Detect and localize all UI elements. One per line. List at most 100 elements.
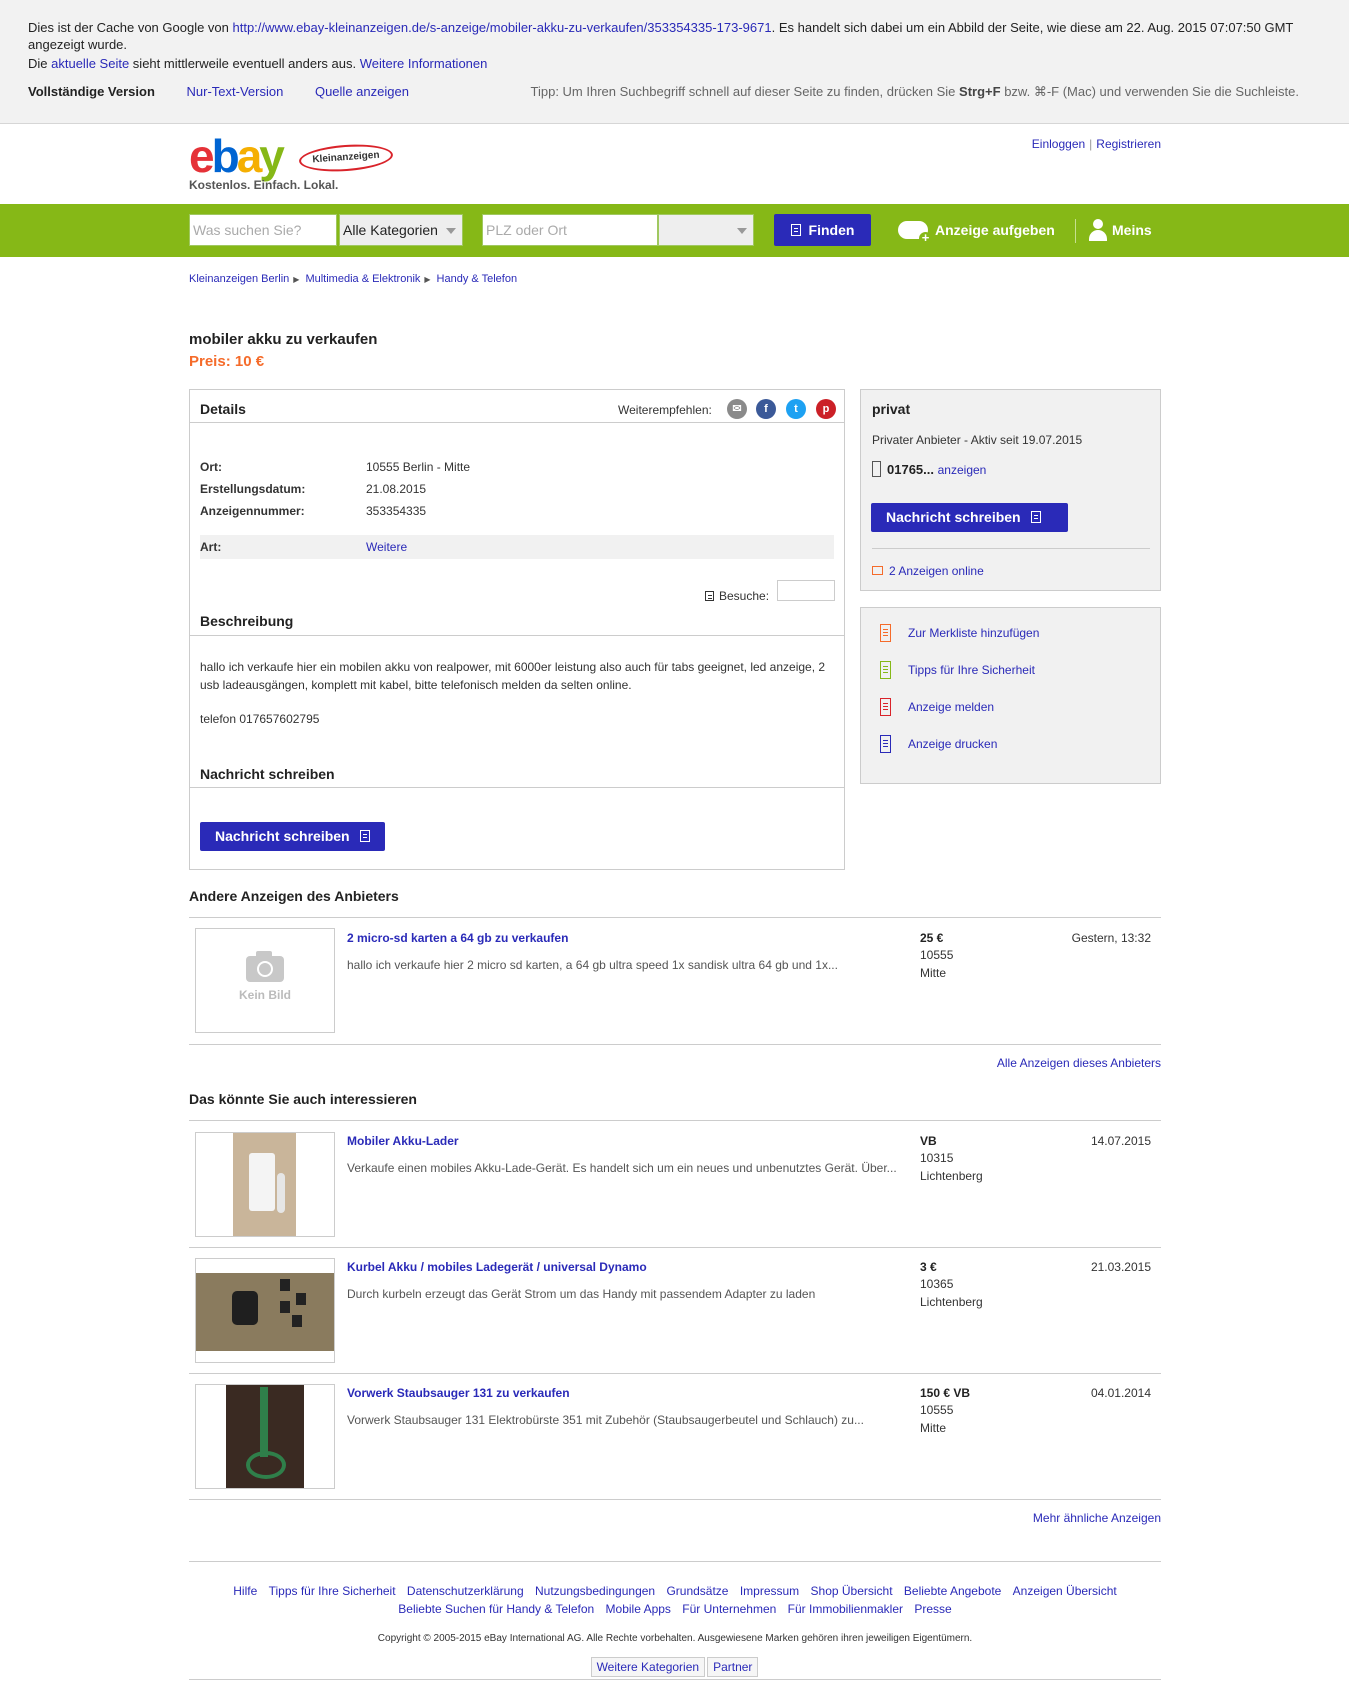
field-value: 21.08.2015: [366, 482, 427, 496]
tip-keys: Strg+F: [959, 84, 1001, 99]
list-icon: [872, 566, 883, 575]
cable-shape: [277, 1173, 285, 1213]
add-to-watchlist-link[interactable]: Zur Merkliste hinzufügen: [880, 624, 1039, 642]
ad-date: 14.07.2015: [1090, 1134, 1151, 1148]
search-input[interactable]: Was suchen Sie?: [189, 214, 337, 246]
art-link[interactable]: Weitere: [366, 540, 407, 554]
facebook-share-icon[interactable]: f: [756, 399, 776, 419]
email-share-icon[interactable]: ✉: [727, 399, 747, 419]
seller-ads-label: 2 Anzeigen online: [889, 564, 984, 578]
field-value: 353354335: [366, 504, 427, 518]
breadcrumb-item[interactable]: Kleinanzeigen Berlin: [189, 273, 289, 285]
write-message-button[interactable]: Nachricht schreiben: [200, 822, 385, 851]
product-photo: [196, 1273, 334, 1351]
footer-link[interactable]: Grundsätze: [662, 1584, 732, 1598]
user-icon: [1088, 219, 1108, 241]
footer-tab-label[interactable]: Partner: [713, 1660, 752, 1674]
footer-link[interactable]: Anzeigen Übersicht: [1009, 1584, 1121, 1598]
footer-link[interactable]: Presse: [910, 1602, 955, 1616]
more-info-link[interactable]: Weitere Informationen: [360, 56, 488, 71]
footer-link[interactable]: Impressum: [736, 1584, 803, 1598]
seller-ads-link[interactable]: 2 Anzeigen online: [872, 564, 984, 578]
find-button[interactable]: Finden: [774, 214, 871, 246]
post-ad-button[interactable]: Anzeige aufgeben: [898, 218, 1055, 245]
footer-links-row: Hilfe Tipps für Ihre Sicherheit Datensch…: [189, 1584, 1161, 1598]
adapter-shape: [280, 1279, 290, 1291]
more-similar-ads-link[interactable]: Mehr ähnliche Anzeigen: [1033, 1511, 1161, 1525]
full-version-label: Vollständige Version: [28, 84, 155, 99]
footer-link[interactable]: Nutzungsbedingungen: [531, 1584, 659, 1598]
ad-thumbnail[interactable]: [195, 1384, 335, 1489]
category-select[interactable]: Alle Kategorien: [339, 214, 463, 246]
breadcrumb: Kleinanzeigen Berlin ▶ Multimedia & Elektr…: [189, 273, 517, 285]
ad-title-link[interactable]: Mobiler Akku-Lader: [347, 1134, 459, 1148]
other-ads-heading: Andere Anzeigen des Anbieters: [189, 888, 399, 904]
vacuum-shape: [260, 1387, 268, 1457]
cache-view-options: Vollständige Version Nur-Text-Version Qu…: [28, 84, 409, 99]
cached-url-link[interactable]: http://www.ebay-kleinanzeigen.de/s-anzei…: [233, 20, 772, 35]
product-photo: [226, 1385, 304, 1488]
ad-title-link[interactable]: Vorwerk Staubsauger 131 zu verkaufen: [347, 1386, 570, 1400]
safety-tips-link[interactable]: Tipps für Ihre Sicherheit: [880, 661, 1035, 679]
ad-title-link[interactable]: Kurbel Akku / mobiles Ladegerät / univer…: [347, 1260, 647, 1274]
find-label: Finden: [808, 222, 855, 238]
footer-tab-label[interactable]: Weitere Kategorien: [597, 1660, 700, 1674]
ad-description: Vorwerk Staubsauger 131 Elektrobürste 35…: [347, 1413, 864, 1427]
tip-text: bzw. ⌘-F (Mac) und verwenden Sie die Suc…: [1000, 84, 1299, 99]
footer-link[interactable]: Hilfe: [229, 1584, 261, 1598]
footer-link[interactable]: Für Unternehmen: [678, 1602, 780, 1616]
footer-link[interactable]: Tipps für Ihre Sicherheit: [265, 1584, 400, 1598]
counter-icon: [705, 591, 714, 601]
print-icon: [880, 735, 891, 753]
footer-tab-categories[interactable]: Weitere Kategorien: [590, 1657, 706, 1677]
pinterest-share-icon[interactable]: p: [816, 399, 836, 419]
footer-link[interactable]: Für Immobilienmakler: [784, 1602, 907, 1616]
description-phone: telefon 017657602795: [200, 712, 320, 726]
show-phone-link[interactable]: anzeigen: [938, 463, 987, 477]
twitter-share-icon[interactable]: t: [786, 399, 806, 419]
ad-district: Mitte: [920, 966, 947, 980]
no-image-placeholder: Kein Bild: [196, 929, 334, 1032]
seller-message-button[interactable]: Nachricht schreiben: [871, 503, 1068, 532]
current-page-link[interactable]: aktuelle Seite: [51, 56, 129, 71]
footer-link[interactable]: Beliebte Angebote: [900, 1584, 1005, 1598]
breadcrumb-item[interactable]: Multimedia & Elektronik: [305, 273, 420, 285]
action-label: Anzeige drucken: [908, 737, 998, 751]
ad-title-link[interactable]: 2 micro-sd karten a 64 gb zu verkaufen: [347, 931, 568, 945]
footer-link[interactable]: Shop Übersicht: [807, 1584, 897, 1598]
view-source-link[interactable]: Quelle anzeigen: [315, 84, 409, 99]
art-row: [200, 535, 834, 559]
footer-link[interactable]: Beliebte Suchen für Handy & Telefon: [394, 1602, 598, 1616]
breadcrumb-item[interactable]: Handy & Telefon: [437, 273, 518, 285]
field-label: Ort:: [200, 460, 222, 474]
footer-link[interactable]: Mobile Apps: [602, 1602, 675, 1616]
my-account-button[interactable]: Meins: [1088, 218, 1152, 242]
battery-shape: [249, 1153, 275, 1211]
footer-link[interactable]: Datenschutzerklärung: [403, 1584, 528, 1598]
login-link[interactable]: Einloggen: [1032, 137, 1085, 151]
form-icon: [1030, 511, 1041, 523]
register-link[interactable]: Registrieren: [1096, 137, 1161, 151]
print-ad-link[interactable]: Anzeige drucken: [880, 735, 997, 753]
description-text: hallo ich verkaufe hier ein mobilen akku…: [200, 660, 826, 692]
footer-tab-partner[interactable]: Partner: [707, 1657, 759, 1677]
radius-select[interactable]: [658, 214, 754, 246]
ad-thumbnail[interactable]: [195, 1132, 335, 1237]
field-value: 10555 Berlin - Mitte: [366, 460, 471, 474]
ad-description: hallo ich verkaufe hier 2 micro sd karte…: [347, 958, 838, 972]
nav-divider: [1075, 219, 1076, 243]
ad-price: 150 € VB: [920, 1386, 971, 1400]
all-seller-ads-link[interactable]: Alle Anzeigen dieses Anbieters: [997, 1056, 1161, 1070]
cache-tip: Tipp: Um Ihren Suchbegriff schnell auf d…: [531, 84, 1299, 100]
ad-thumbnail[interactable]: [195, 1258, 335, 1363]
divider: [189, 1561, 1161, 1562]
ad-thumbnail[interactable]: Kein Bild: [195, 928, 335, 1033]
location-input[interactable]: PLZ oder Ort: [482, 214, 658, 246]
text-version-link[interactable]: Nur-Text-Version: [187, 84, 284, 99]
ad-price: VB: [920, 1134, 937, 1148]
report-ad-link[interactable]: Anzeige melden: [880, 698, 994, 716]
ad-zip: 10365: [920, 1277, 954, 1291]
product-photo: [233, 1133, 296, 1236]
cache-current-notice: Die aktuelle Seite sieht mittlerweile ev…: [28, 56, 487, 71]
divider: [189, 1679, 1161, 1680]
